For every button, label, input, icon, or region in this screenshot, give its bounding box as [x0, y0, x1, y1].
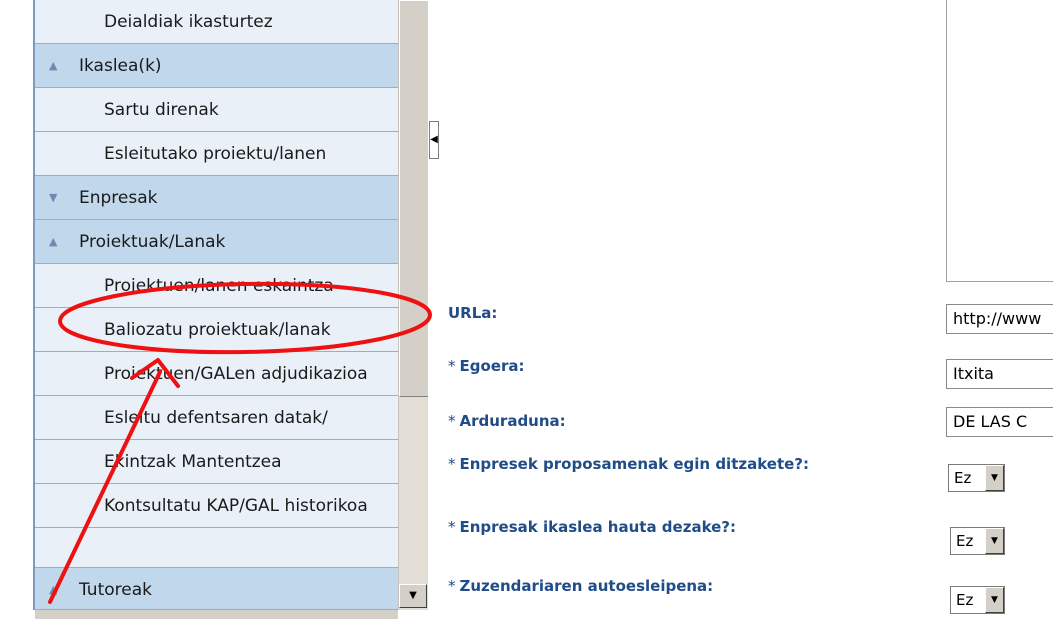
enpresak-hauta-select[interactable]: Ez ▼ — [950, 527, 1005, 555]
menu-group-enpresak[interactable]: ▼ Enpresak — [35, 176, 398, 220]
menu-group-tutoreak[interactable]: ▲ Tutoreak — [35, 568, 398, 610]
menu-item-baliozatu[interactable]: Baliozatu proiektuak/lanak — [35, 308, 398, 352]
menu-item-kontsultatu[interactable]: Kontsultatu KAP/GAL historikoa — [35, 484, 398, 528]
url-label: URLa: — [448, 304, 498, 322]
menu-item-label: Ekintzak Mantentzea — [104, 452, 282, 472]
vertical-scrollbar[interactable]: ▼ — [398, 0, 429, 610]
chevron-down-icon[interactable]: ▼ — [985, 528, 1004, 554]
scrollbar-thumb[interactable] — [399, 0, 429, 397]
detail-form: URLa: http://www * Egoera: Itxita * Ardura… — [440, 0, 1053, 619]
required-mark: * — [448, 455, 456, 473]
menu-spacer — [35, 528, 398, 568]
menu-group-label: Enpresak — [79, 188, 158, 208]
menu-group-label: Ikaslea(k) — [79, 56, 162, 76]
menu-item-label: Sartu direnak — [104, 100, 219, 120]
menu-item-label: Esleitutako proiektu/lanen — [104, 144, 327, 164]
url-field[interactable]: http://www — [946, 304, 1053, 334]
chevron-down-icon[interactable]: ▼ — [985, 587, 1004, 613]
egoera-field[interactable]: Itxita — [946, 359, 1053, 389]
menu-item-ekintzak[interactable]: Ekintzak Mantentzea — [35, 440, 398, 484]
menu-item-label: Deialdiak ikasturtez — [104, 12, 273, 32]
menu-item-adjudikazioa[interactable]: Proiektuen/GALen adjudikazioa — [35, 352, 398, 396]
arduraduna-field[interactable]: DE LAS C — [946, 407, 1053, 437]
menu-item-eskaintza[interactable]: Proiektuen/lanen eskaintza — [35, 264, 398, 308]
menu-group-label: Tutoreak — [79, 580, 152, 600]
expand-up-icon[interactable]: ▲ — [49, 568, 57, 609]
egoera-label: * Egoera: — [448, 357, 525, 375]
zuzendari-autoesleipena-select[interactable]: Ez ▼ — [950, 586, 1005, 614]
menu-item-label: Baliozatu proiektuak/lanak — [104, 320, 331, 340]
collapse-left-icon[interactable]: ◀ — [429, 121, 439, 159]
select-value: Ez — [954, 469, 972, 487]
menu-item-label: Esleitu defentsaren datak/ — [104, 408, 328, 428]
expand-up-icon[interactable]: ▲ — [49, 44, 57, 87]
enpresek-proposamenak-label: * Enpresek proposamenak egin ditzakete?: — [448, 455, 810, 473]
navigation-menu: Deialdiak ikasturtez ▲ Ikaslea(k) Sartu d… — [35, 0, 398, 610]
select-value: Ez — [956, 591, 974, 609]
enpresek-proposamenak-select[interactable]: Ez ▼ — [948, 464, 1005, 492]
horizontal-scrollbar[interactable] — [35, 610, 398, 619]
required-mark: * — [448, 577, 456, 595]
enpresak-hauta-label: * Enpresak ikaslea hauta dezake?: — [448, 518, 737, 536]
required-mark: * — [448, 357, 456, 375]
menu-group-proiektuak[interactable]: ▲ Proiektuak/Lanak — [35, 220, 398, 264]
scroll-down-icon[interactable]: ▼ — [399, 584, 427, 608]
expand-up-icon[interactable]: ▲ — [49, 220, 57, 263]
zuzendari-autoesleipena-label: * Zuzendariaren autoesleipena: — [448, 577, 714, 595]
expand-down-icon[interactable]: ▼ — [49, 176, 57, 219]
menu-group-label: Proiektuak/Lanak — [79, 232, 226, 252]
menu-item-deialdiak[interactable]: Deialdiak ikasturtez — [35, 0, 398, 44]
chevron-down-icon[interactable]: ▼ — [985, 465, 1004, 491]
menu-item-label: Proiektuen/GALen adjudikazioa — [104, 364, 368, 384]
menu-item-esleitutako[interactable]: Esleitutako proiektu/lanen — [35, 132, 398, 176]
required-mark: * — [448, 412, 456, 430]
menu-item-label: Kontsultatu KAP/GAL historikoa — [104, 496, 368, 516]
arduraduna-label: * Arduraduna: — [448, 412, 566, 430]
menu-item-label: Proiektuen/lanen eskaintza — [104, 276, 334, 296]
description-textarea[interactable] — [946, 0, 1053, 282]
menu-item-defentsa[interactable]: Esleitu defentsaren datak/ — [35, 396, 398, 440]
sidebar: Deialdiak ikasturtez ▲ Ikaslea(k) Sartu d… — [0, 0, 429, 619]
required-mark: * — [448, 518, 456, 536]
menu-group-ikasleak[interactable]: ▲ Ikaslea(k) — [35, 44, 398, 88]
select-value: Ez — [956, 532, 974, 550]
menu-item-sartu-direnak[interactable]: Sartu direnak — [35, 88, 398, 132]
panel-splitter[interactable] — [428, 0, 440, 619]
